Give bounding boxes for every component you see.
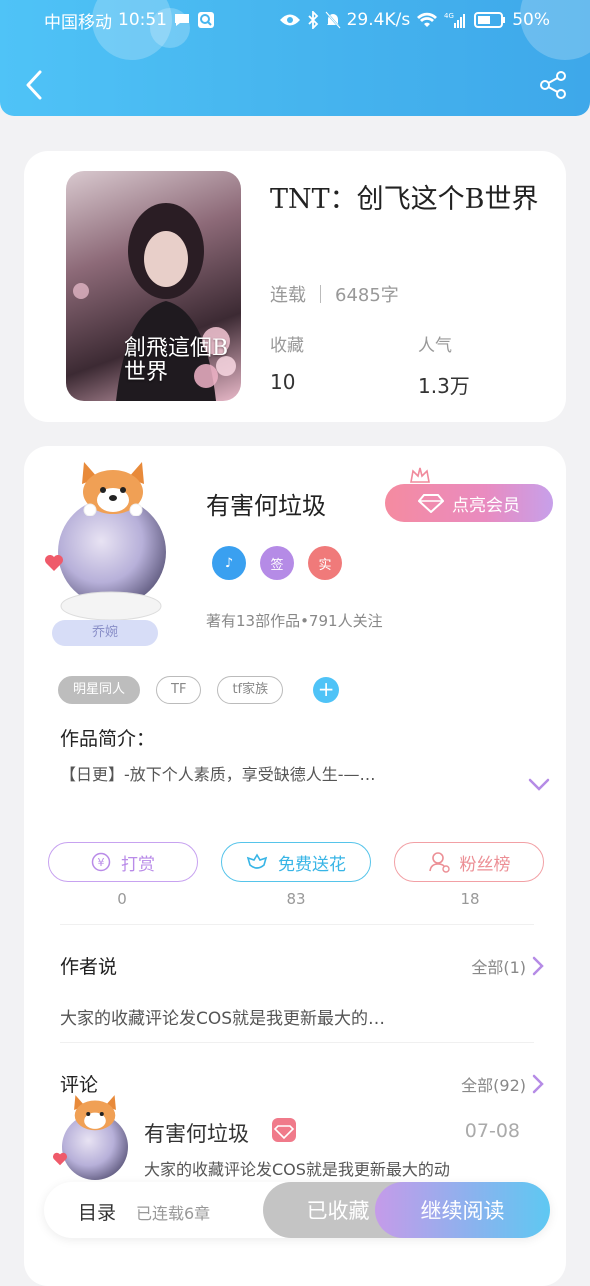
chevron-down-icon[interactable] (528, 778, 550, 792)
add-tag-button[interactable]: + (313, 677, 340, 703)
author-says-text[interactable]: 大家的收藏评论发COS就是我更新最大的… (60, 1004, 530, 1029)
diamond-icon (418, 494, 444, 513)
tag-item[interactable]: tf家族 (217, 676, 284, 704)
popularity-value: 1.3万 (418, 374, 470, 398)
chevron-right-icon (532, 956, 544, 976)
bottom-action-bar: 目录 已连载6章 已收藏 继续阅读 (44, 1182, 550, 1238)
author-says-more[interactable]: 全部(1) (471, 954, 544, 978)
comment-author-name[interactable]: 有害何垃圾 (144, 1118, 249, 1148)
divider (60, 1042, 534, 1043)
author-stats: 著有13部作品•791人关注 (206, 612, 383, 630)
continue-reading-button[interactable]: 继续阅读 (375, 1182, 550, 1238)
comments-more-label: 全部(92) (461, 1076, 526, 1095)
intro-title: 作品简介： (60, 728, 156, 750)
action-counts: 0 83 18 (48, 890, 544, 908)
reward-label: 打赏 (121, 854, 155, 875)
back-button[interactable] (20, 68, 50, 102)
word-count: 6485字 (335, 285, 399, 306)
toc-button[interactable]: 目录 (78, 1198, 116, 1225)
tag-list: 明星同人 TF tf家族 + (58, 676, 340, 704)
flower-icon (246, 853, 268, 869)
author-avatar-frame[interactable]: 乔婉 (45, 458, 196, 648)
action-buttons: ¥ 打赏 免费送花 粉丝榜 (48, 842, 544, 882)
eye-icon (279, 13, 301, 27)
network-speed: 29.4K/s (346, 10, 411, 30)
tag-item[interactable]: 明星同人 (58, 676, 141, 704)
comment-text[interactable]: 大家的收藏评论发COS就是我更新最大的动 (144, 1156, 514, 1180)
comment-date: 07-08 (464, 1120, 520, 1142)
verified-badge: 实 (308, 546, 342, 580)
carrier-label: 中国移动 (44, 12, 112, 33)
book-status: 连载 (270, 285, 306, 306)
send-flower-button[interactable]: 免费送花 (221, 842, 371, 882)
mute-bell-icon (324, 11, 341, 29)
author-name-plate: 乔婉 (52, 620, 158, 646)
user-icon (428, 852, 450, 873)
fans-ranking-label: 粉丝榜 (459, 854, 511, 875)
battery-icon (474, 12, 506, 28)
share-icon (540, 71, 566, 99)
book-cover[interactable]: 創飛這個B世界 (66, 171, 241, 401)
heart-icon (53, 1152, 67, 1166)
clock: 10:51 (118, 10, 167, 30)
intro-text: 【日更】-放下个人素质，享受缺德人生-—… (60, 765, 376, 784)
vip-diamond-icon (272, 1118, 296, 1142)
bluetooth-icon (307, 11, 319, 29)
comments-more[interactable]: 全部(92) (461, 1072, 544, 1096)
book-title: TNT：创飞这个B世界 (270, 184, 539, 215)
cover-title: 創飛這個B世界 (124, 336, 229, 385)
favorites-value: 10 (270, 370, 296, 394)
author-badges: ♪ 签 实 (212, 546, 342, 580)
app-header: 中国移动 10:51 29.4K/s 4G 50% (0, 0, 590, 116)
wifi-icon (416, 12, 438, 28)
favorites-label: 收藏 (270, 336, 304, 356)
signal-icon: 4G (444, 11, 468, 29)
vip-button[interactable]: 点亮会员 (385, 484, 553, 522)
corgi-decoration-icon (74, 1095, 116, 1131)
message-icon (173, 12, 191, 28)
book-meta: 连载 6485字 (270, 281, 399, 307)
svg-text:¥: ¥ (98, 856, 105, 869)
author-says-title: 作者说 (60, 956, 118, 978)
share-button[interactable] (538, 70, 568, 100)
popularity-label: 人气 (418, 336, 452, 356)
heart-icon (45, 555, 63, 571)
status-bar: 中国移动 10:51 29.4K/s 4G 50% (0, 0, 590, 40)
signed-badge: 签 (260, 546, 294, 580)
battery-level: 50% (512, 10, 550, 30)
search-app-icon (197, 11, 215, 29)
cloud-decoration-icon (60, 591, 162, 621)
tag-item[interactable]: TF (156, 676, 202, 704)
chapter-count: 已连载6章 (136, 1204, 211, 1223)
author-card: 乔婉 有害何垃圾 点亮会员 ♪ 签 实 著有13部作品•791人关注 明星同人 … (24, 446, 566, 1286)
reward-button[interactable]: ¥ 打赏 (48, 842, 198, 882)
vip-button-label: 点亮会员 (452, 495, 520, 516)
comment-avatar[interactable] (53, 1092, 150, 1182)
back-arrow-icon (26, 70, 42, 100)
fans-ranking-button[interactable]: 粉丝榜 (394, 842, 544, 882)
favorites-stat: 收藏 10 (270, 331, 304, 394)
chevron-right-icon (532, 1074, 544, 1094)
reward-count: 0 (117, 890, 127, 908)
send-flower-label: 免费送花 (278, 854, 346, 875)
corgi-decoration-icon (82, 462, 144, 516)
flower-count: 83 (286, 890, 306, 908)
meta-divider (320, 285, 321, 303)
book-info-card: 創飛這個B世界 TNT：创飞这个B世界 连载 6485字 收藏 10 人气 1.… (24, 151, 566, 422)
fans-count: 18 (460, 890, 480, 908)
popularity-stat: 人气 1.3万 (418, 331, 470, 399)
author-says-more-label: 全部(1) (471, 958, 526, 977)
music-badge-icon: ♪ (212, 546, 246, 580)
svg-text:4G: 4G (444, 12, 454, 20)
yen-coin-icon: ¥ (91, 852, 111, 872)
crown-icon (410, 467, 430, 483)
author-name[interactable]: 有害何垃圾 (206, 486, 326, 521)
divider (60, 924, 534, 925)
